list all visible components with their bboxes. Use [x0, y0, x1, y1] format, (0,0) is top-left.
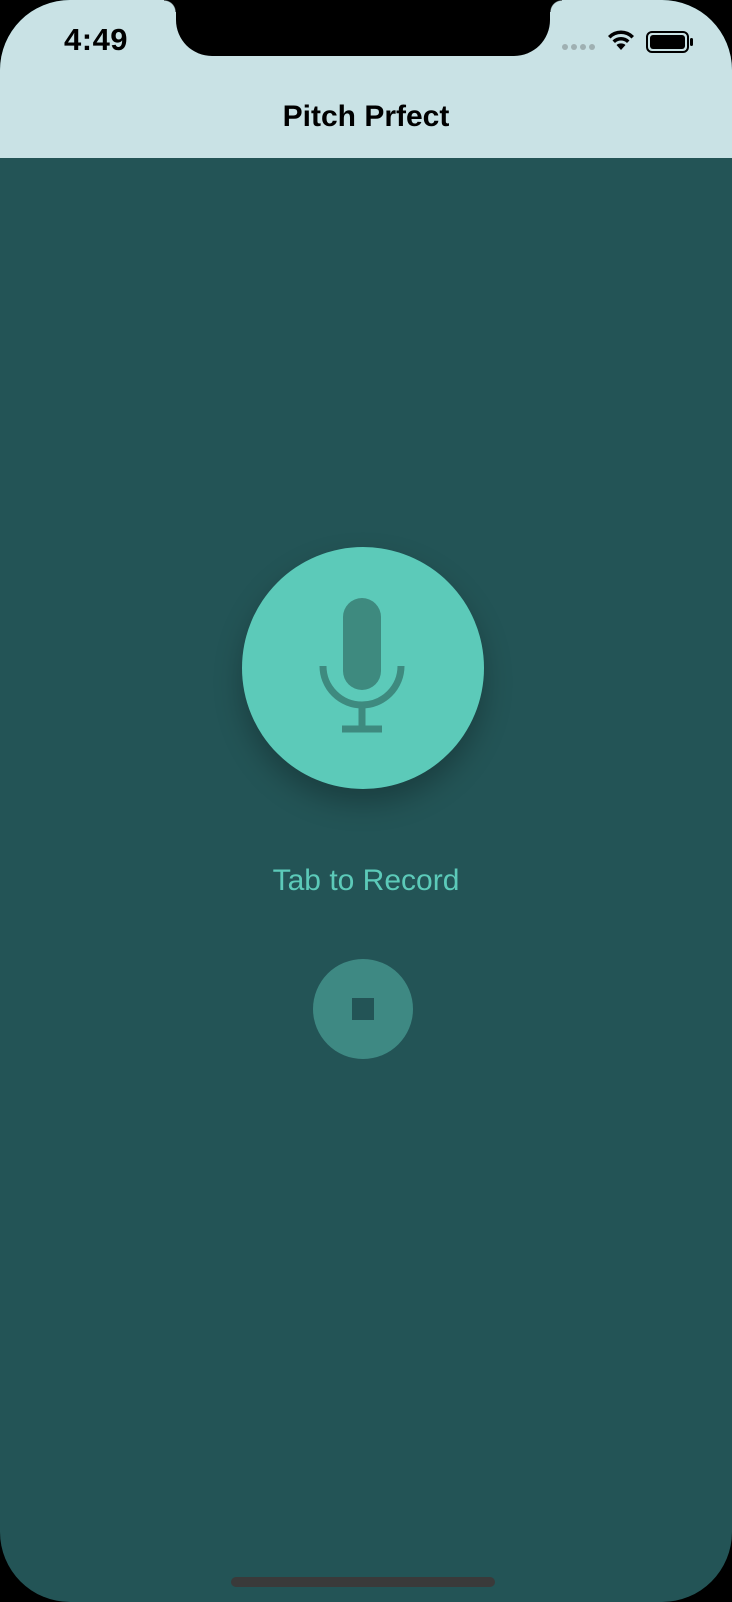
home-indicator[interactable]	[231, 1577, 495, 1587]
wifi-icon	[608, 30, 634, 50]
device-notch	[164, 0, 562, 56]
status-time: 4:49	[64, 22, 129, 57]
stop-icon	[352, 998, 374, 1020]
cellular-signal-icon	[562, 44, 595, 50]
record-button[interactable]	[242, 547, 484, 789]
page-title: Pitch Prfect	[282, 100, 450, 133]
app-screen: 4:49 Pitch Prfect Tab to Record	[0, 0, 732, 1602]
battery-icon	[646, 31, 693, 53]
record-status-label: Tab to Record	[272, 864, 460, 897]
microphone-icon	[319, 598, 405, 733]
stop-recording-button[interactable]	[313, 959, 413, 1059]
